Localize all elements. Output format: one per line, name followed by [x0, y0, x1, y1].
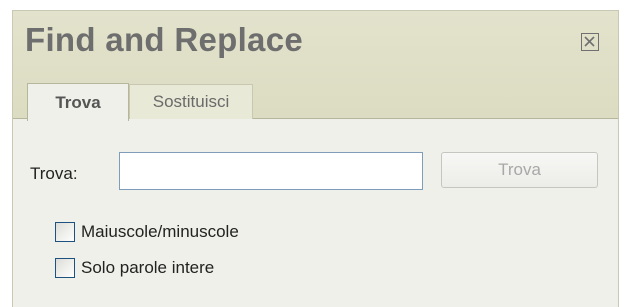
whole-words-label: Solo parole intere	[81, 258, 215, 277]
whole-words-option[interactable]: Solo parole intere	[55, 257, 214, 279]
tab-sostituisci[interactable]: Sostituisci	[129, 84, 253, 119]
match-case-option[interactable]: Maiuscole/minuscole	[55, 221, 239, 243]
close-icon	[584, 36, 595, 47]
find-replace-dialog: Find and Replace Trova Sostituisci Trova…	[12, 10, 619, 307]
match-case-label: Maiuscole/minuscole	[81, 222, 239, 241]
close-button[interactable]	[581, 33, 599, 51]
tab-trova[interactable]: Trova	[27, 83, 129, 121]
find-button[interactable]: Trova	[441, 152, 598, 188]
match-case-checkbox[interactable]	[55, 222, 75, 242]
find-input[interactable]	[119, 152, 423, 190]
dialog-header: Find and Replace Trova Sostituisci	[13, 11, 618, 121]
dialog-title: Find and Replace	[25, 21, 304, 58]
find-label: Trova:	[30, 164, 78, 183]
whole-words-checkbox[interactable]	[55, 258, 75, 278]
